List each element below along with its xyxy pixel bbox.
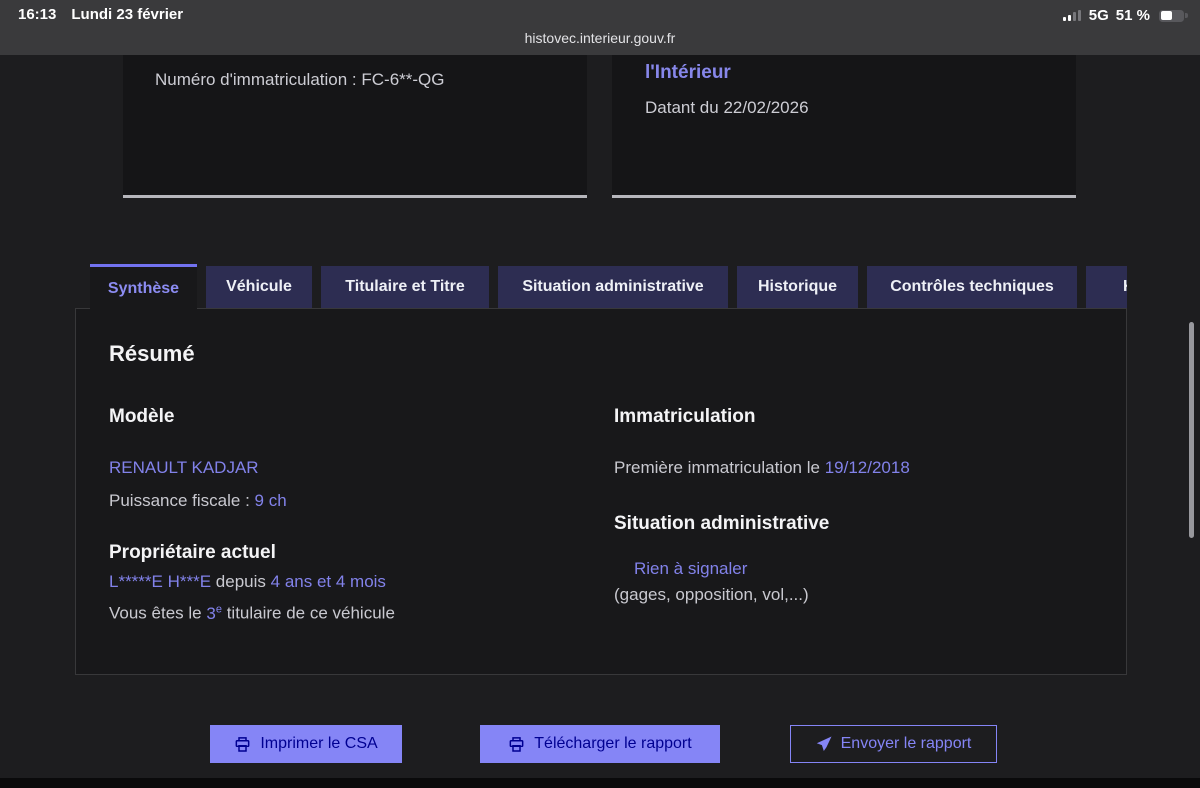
first-registration-date: 19/12/2018	[824, 458, 910, 477]
tab-situation-administrative[interactable]: Situation administrative	[498, 266, 728, 308]
send-report-label: Envoyer le rapport	[840, 735, 972, 752]
clock: 16:13	[18, 6, 57, 23]
registration-number: Numéro d'immatriculation : FC-6**-QG	[155, 70, 445, 89]
printer-icon	[509, 736, 524, 752]
page-scrollbar[interactable]	[1189, 322, 1194, 538]
safari-dark-page: 16:13 Lundi 23 février 5G 51 % histovec.…	[0, 0, 1200, 788]
printer-icon	[235, 736, 250, 752]
owner-since-value: 4 ans et 4 mois	[270, 572, 386, 591]
tab-controles-techniques[interactable]: Contrôles techniques	[867, 266, 1077, 308]
print-csa-label: Imprimer le CSA	[260, 735, 378, 752]
download-report-label: Télécharger le rapport	[534, 735, 692, 752]
tab-kilometrage[interactable]: Kilométrage	[1086, 266, 1127, 308]
tab-synthese[interactable]: Synthèse	[90, 264, 197, 310]
status-left: 16:13 Lundi 23 février	[18, 6, 183, 23]
fiscal-power-line: Puissance fiscale : 9 ch	[109, 490, 589, 511]
holder-rank: 3e	[206, 603, 222, 623]
tab-titulaire-et-titre[interactable]: Titulaire et Titre	[321, 266, 489, 308]
model-column: Modèle RENAULT KADJAR Puissance fiscale …	[109, 405, 589, 624]
ministry-title: l'Intérieur	[645, 62, 731, 83]
send-icon	[816, 736, 832, 751]
date: Lundi 23 février	[71, 6, 184, 23]
download-report-button[interactable]: Télécharger le rapport	[480, 725, 720, 763]
network-type: 5G	[1088, 7, 1109, 24]
panel-title: Résumé	[109, 341, 195, 366]
owner-line: L*****E H***E depuis 4 ans et 4 mois	[109, 571, 589, 592]
tab-bar: Synthèse Véhicule Titulaire et Titre Sit…	[75, 264, 1127, 310]
owner-name: L*****E H***E	[109, 572, 212, 591]
model-name: RENAULT KADJAR	[109, 458, 259, 477]
holder-line: Vous êtes le 3e titulaire de ce véhicule	[109, 599, 589, 624]
situation-note: (gages, opposition, vol,...)	[614, 585, 809, 604]
owner-heading: Propriétaire actuel	[109, 542, 276, 563]
ios-top-bar: 16:13 Lundi 23 février 5G 51 % histovec.…	[0, 0, 1200, 55]
bottom-band	[0, 778, 1200, 788]
fiscal-power-label: Puissance fiscale :	[109, 491, 250, 510]
battery-percent: 51 %	[1115, 7, 1150, 24]
holder-suffix: titulaire de ce véhicule	[226, 603, 395, 623]
registration-column: Immatriculation Première immatriculation…	[614, 405, 1094, 605]
first-registration-line: Première immatriculation le 19/12/2018	[614, 457, 1094, 478]
registration-heading: Immatriculation	[614, 406, 756, 427]
report-date: Datant du 22/02/2026	[645, 98, 809, 117]
synthese-panel: Résumé Modèle RENAULT KADJAR Puissance f…	[75, 308, 1127, 675]
model-heading: Modèle	[109, 406, 175, 427]
status-right: 5G 51 %	[1062, 7, 1188, 24]
tab-vehicule[interactable]: Véhicule	[206, 266, 312, 308]
ministry-card: l'Intérieur Datant du 22/02/2026	[612, 55, 1076, 198]
first-registration-label: Première immatriculation le	[614, 458, 820, 477]
tab-historique[interactable]: Historique	[737, 266, 858, 308]
fiscal-power-value: 9 ch	[254, 491, 287, 510]
holder-prefix: Vous êtes le	[109, 603, 202, 623]
situation-heading: Situation administrative	[614, 513, 830, 534]
cellular-signal-icon	[1062, 10, 1081, 21]
csa-card: Numéro d'immatriculation : FC-6**-QG	[123, 55, 587, 198]
battery-icon	[1159, 9, 1188, 22]
print-csa-button[interactable]: Imprimer le CSA	[210, 725, 402, 763]
situation-status: Rien à signaler	[634, 559, 748, 578]
send-report-button[interactable]: Envoyer le rapport	[790, 725, 997, 763]
owner-since-label: depuis	[215, 572, 266, 591]
address-bar[interactable]: histovec.interieur.gouv.fr	[0, 30, 1200, 46]
